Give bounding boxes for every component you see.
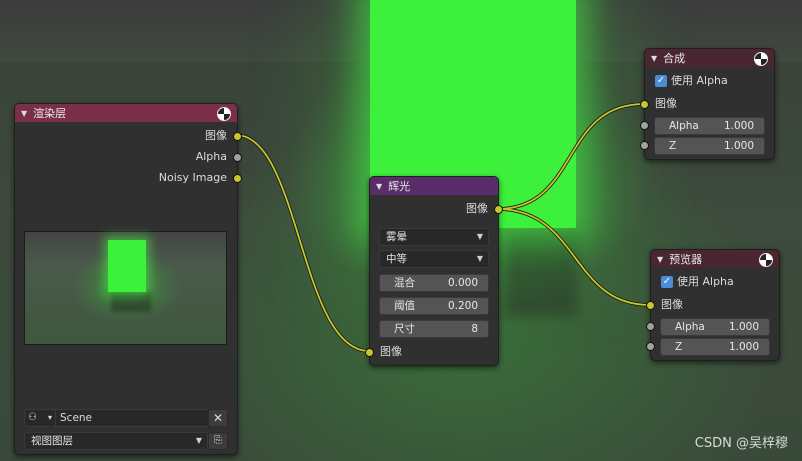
thumbnail-cube-shadow	[111, 292, 151, 312]
collapse-chevron-icon[interactable]: ▼	[21, 109, 27, 118]
composite-use-alpha-checkbox[interactable]: ✓	[655, 75, 667, 87]
render-layers-title: 渲染层	[33, 107, 67, 120]
composite-image-socket[interactable]	[640, 100, 649, 109]
output-image-socket[interactable]	[233, 132, 242, 141]
output-noisy-image-label: Noisy Image	[158, 171, 227, 184]
glare-size-label: 尺寸	[394, 323, 415, 335]
composite-alpha-socket[interactable]	[640, 121, 649, 130]
render-layer-button[interactable]: ⎘	[208, 432, 228, 450]
collapse-chevron-icon[interactable]: ▼	[376, 182, 382, 191]
glare-title: 辉光	[388, 180, 411, 193]
scene-field[interactable]: Scene	[55, 409, 213, 427]
composite-alpha-field[interactable]: Alpha 1.000	[654, 117, 765, 135]
viewer-z-socket[interactable]	[646, 342, 655, 351]
view-layer-value: 视图图层	[31, 435, 73, 447]
glare-type-value: 雾晕	[386, 231, 407, 243]
composite-z-socket[interactable]	[640, 141, 649, 150]
glare-input-socket[interactable]	[365, 348, 374, 357]
glare-size-field[interactable]: 尺寸 8	[379, 320, 489, 338]
viewer-use-alpha-checkbox[interactable]: ✓	[661, 276, 673, 288]
glare-type-dropdown[interactable]: 雾晕 ▼	[379, 228, 489, 246]
clear-scene-button[interactable]: ✕	[208, 409, 228, 427]
viewer-title: 预览器	[669, 253, 703, 266]
composite-z-value: 1.000	[723, 140, 754, 152]
backdrop-cube-shadow	[505, 228, 577, 316]
viewer-image-row: 图像	[661, 297, 683, 313]
output-alpha-socket[interactable]	[233, 153, 242, 162]
glare-mix-value: 0.000	[447, 277, 478, 289]
thumbnail-cube	[108, 240, 146, 292]
viewer-node-icon	[759, 253, 773, 267]
glare-threshold-value: 0.200	[447, 300, 478, 312]
glare-input-row: 图像	[380, 344, 402, 360]
glare-quality-value: 中等	[386, 253, 407, 265]
glare-output-label: 图像	[466, 202, 488, 215]
glare-header[interactable]: ▼ 辉光	[370, 177, 498, 195]
composite-image-label: 图像	[655, 97, 677, 110]
composite-use-alpha-label: 使用 Alpha	[671, 74, 728, 87]
render-layers-header[interactable]: ▼ 渲染层	[15, 104, 237, 122]
glare-mix-label: 混合	[394, 277, 415, 289]
viewer-image-socket[interactable]	[646, 301, 655, 310]
scene-type-button[interactable]: ⚇ ▾	[24, 409, 56, 427]
composite-node[interactable]: ▼ 合成 ✓ 使用 Alpha 图像 Alpha 1.000 Z 1.000	[640, 48, 775, 160]
render-layers-node-icon	[217, 107, 231, 121]
composite-node-icon	[754, 52, 768, 66]
composite-title: 合成	[663, 52, 686, 65]
scene-value: Scene	[60, 412, 93, 424]
viewer-z-label: Z	[675, 341, 683, 353]
render-layers-node[interactable]: ▼ 渲染层 图像 Alpha Noisy Image ⚇ ▾ Scene ✕ 视…	[14, 103, 242, 455]
glare-mix-field[interactable]: 混合 0.000	[379, 274, 489, 292]
render-layer-icon: ⎘	[214, 435, 222, 446]
scene-dropdown-chevron-icon: ▾	[47, 413, 52, 422]
viewer-z-field[interactable]: Z 1.000	[660, 338, 770, 356]
glare-output-row: 图像	[466, 201, 488, 217]
collapse-chevron-icon[interactable]: ▼	[657, 255, 663, 264]
scene-icon: ⚇	[28, 412, 37, 423]
viewer-z-value: 1.000	[728, 341, 759, 353]
chevron-down-icon: ▼	[476, 232, 483, 241]
viewer-alpha-field[interactable]: Alpha 1.000	[660, 318, 770, 336]
viewer-alpha-socket[interactable]	[646, 322, 655, 331]
chevron-down-icon: ▼	[195, 436, 202, 445]
chevron-down-icon: ▼	[476, 254, 483, 263]
composite-z-field[interactable]: Z 1.000	[654, 137, 765, 155]
viewer-use-alpha-row: 使用 Alpha	[677, 274, 734, 290]
output-image-row: 图像	[205, 128, 227, 144]
glare-node[interactable]: ▼ 辉光 图像 雾晕 ▼ 中等 ▼ 混合 0.000 阈值 0.200 尺寸 8…	[365, 176, 503, 366]
output-alpha-label: Alpha	[195, 150, 227, 163]
glare-output-socket[interactable]	[494, 205, 503, 214]
viewer-header[interactable]: ▼ 预览器	[651, 250, 779, 268]
composite-alpha-label: Alpha	[669, 120, 699, 132]
collapse-chevron-icon[interactable]: ▼	[651, 54, 657, 63]
output-noisy-image-socket[interactable]	[233, 174, 242, 183]
composite-alpha-value: 1.000	[723, 120, 754, 132]
close-icon: ✕	[212, 411, 224, 425]
viewer-alpha-value: 1.000	[728, 321, 759, 333]
view-layer-dropdown[interactable]: 视图图层 ▼	[24, 432, 208, 450]
output-noisy-image-row: Noisy Image	[159, 170, 227, 186]
viewer-node[interactable]: ▼ 预览器 ✓ 使用 Alpha 图像 Alpha 1.000 Z 1.000	[646, 249, 780, 361]
glare-input-label: 图像	[380, 345, 402, 358]
viewer-use-alpha-label: 使用 Alpha	[677, 275, 734, 288]
glare-size-value: 8	[471, 323, 478, 335]
viewer-image-label: 图像	[661, 298, 683, 311]
glare-threshold-field[interactable]: 阈值 0.200	[379, 297, 489, 315]
composite-header[interactable]: ▼ 合成	[645, 49, 774, 67]
output-alpha-row: Alpha	[196, 149, 227, 165]
glare-threshold-label: 阈值	[394, 300, 415, 312]
composite-use-alpha-row: 使用 Alpha	[671, 73, 728, 89]
output-image-label: 图像	[205, 129, 227, 142]
composite-image-row: 图像	[655, 96, 677, 112]
watermark: CSDN @吴梓穆	[694, 436, 788, 451]
viewer-alpha-label: Alpha	[675, 321, 705, 333]
composite-z-label: Z	[669, 140, 677, 152]
glare-quality-dropdown[interactable]: 中等 ▼	[379, 250, 489, 268]
render-preview-thumbnail	[24, 231, 227, 345]
